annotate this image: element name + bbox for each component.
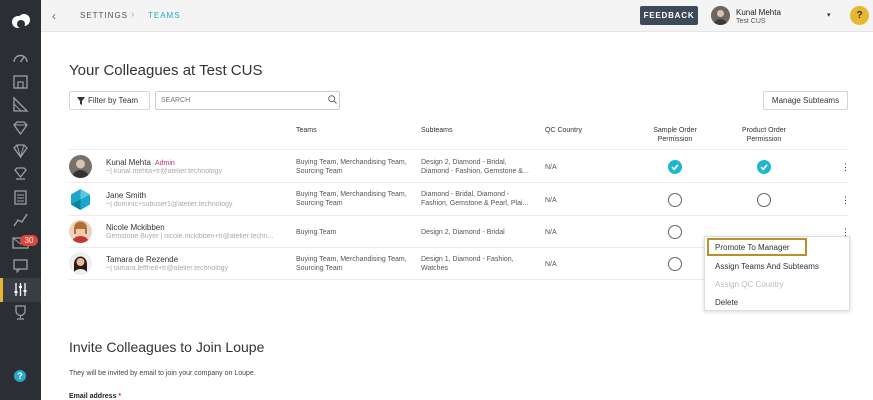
row-menu-icon[interactable]: ⋮ bbox=[841, 196, 850, 205]
notification-badge: 30 bbox=[20, 235, 38, 246]
chevron-left-icon[interactable]: ‹ bbox=[52, 9, 56, 23]
check-icon bbox=[671, 164, 679, 171]
user-name[interactable]: Kunal Mehta bbox=[736, 8, 781, 17]
divider bbox=[69, 215, 848, 216]
avatar[interactable] bbox=[711, 6, 730, 25]
product-permission-checkbox[interactable] bbox=[757, 160, 771, 174]
row-context-menu: Promote To Manager Assign Teams And Subt… bbox=[704, 236, 850, 311]
sample-permission-checkbox[interactable] bbox=[668, 225, 682, 239]
row-qc: N/A bbox=[545, 261, 557, 268]
admin-badge: Admin bbox=[154, 160, 175, 167]
row-email: ~| kunal.mehta+tr@atelier.technology bbox=[106, 168, 222, 175]
menu-item-assign-teams[interactable]: Assign Teams And Subteams bbox=[715, 262, 819, 271]
colleague-name: Nicole Mckibben bbox=[106, 223, 165, 232]
sample-permission-checkbox[interactable] bbox=[668, 193, 682, 207]
row-subteams: Design 2, Diamond - Bridal bbox=[421, 229, 505, 236]
sidebar-item-settings[interactable] bbox=[0, 278, 41, 302]
breadcrumb-settings[interactable]: SETTINGS bbox=[80, 11, 128, 20]
divider bbox=[69, 247, 705, 248]
check-icon bbox=[760, 164, 768, 171]
header-product-order: Product Order Permission bbox=[742, 127, 786, 143]
header-sample-order: Sample Order Permission bbox=[653, 127, 697, 143]
search-input[interactable] bbox=[155, 91, 340, 110]
row-menu-icon[interactable]: ⋮ bbox=[841, 163, 850, 172]
row-email: Gemstone Buyer | nicole.mckibben+tr@atel… bbox=[106, 233, 274, 240]
menu-item-promote-to-manager[interactable]: Promote To Manager bbox=[715, 243, 790, 252]
invite-subtitle: They will be invited by email to join yo… bbox=[69, 370, 256, 377]
user-company: Test CUS bbox=[736, 18, 766, 25]
menu-item-assign-qc-country: Assign QC Country bbox=[715, 280, 784, 289]
divider bbox=[69, 149, 848, 150]
email-label-text: Email address bbox=[69, 393, 117, 400]
trend-line-icon[interactable] bbox=[12, 211, 29, 228]
row-subteams: Diamond - Bridal, Diamond - Fashion, Gem… bbox=[421, 191, 529, 207]
clipboard-icon[interactable] bbox=[12, 188, 29, 205]
feedback-button[interactable]: FEEDBACK bbox=[640, 6, 698, 25]
row-name: Kunal Mehta Admin bbox=[106, 158, 175, 167]
row-email: ~| tamara.leffheit+tr@atelier.technology bbox=[106, 265, 229, 272]
row-teams: Buying Team, Merchandising Team, Sourcin… bbox=[296, 191, 407, 207]
menu-item-delete[interactable]: Delete bbox=[715, 298, 738, 307]
cloud-logo-icon[interactable] bbox=[11, 13, 31, 29]
top-bar: ‹ SETTINGS › TEAMS FEEDBACK Kunal Mehta … bbox=[41, 0, 873, 32]
trophy-icon[interactable] bbox=[12, 304, 29, 321]
colleague-name: Kunal Mehta bbox=[106, 158, 151, 167]
invite-title: Invite Colleagues to Join Loupe bbox=[69, 339, 265, 355]
diamond-outline-icon[interactable] bbox=[12, 142, 29, 159]
manage-subteams-button[interactable]: Manage Subteams bbox=[763, 91, 848, 110]
header-subteams: Subteams bbox=[421, 127, 453, 134]
building-icon[interactable] bbox=[12, 73, 29, 90]
row-subteams: Design 1, Diamond - Fashion, Watches bbox=[421, 256, 514, 272]
speedometer-icon[interactable] bbox=[12, 50, 29, 67]
sample-permission-checkbox[interactable] bbox=[668, 160, 682, 174]
breadcrumb-separator-icon: › bbox=[131, 9, 135, 20]
divider bbox=[69, 279, 705, 280]
chat-icon[interactable] bbox=[12, 257, 29, 274]
row-teams: Buying Team bbox=[296, 229, 337, 236]
colleague-name: Tamara de Rezende bbox=[106, 255, 179, 264]
diamond-stack-icon[interactable] bbox=[12, 165, 29, 182]
email-label: Email address * bbox=[69, 393, 121, 400]
active-indicator bbox=[0, 278, 3, 302]
sample-permission-checkbox[interactable] bbox=[668, 257, 682, 271]
filter-by-team-button[interactable]: Filter by Team bbox=[69, 91, 150, 110]
row-subteams: Design 2, Diamond - Bridal, Diamond - Fa… bbox=[421, 159, 529, 175]
help-icon[interactable]: ? bbox=[14, 370, 26, 382]
row-email: ~| dominic+subuser1@atelier.technology bbox=[106, 201, 233, 208]
row-qc: N/A bbox=[545, 229, 557, 236]
sliders-icon bbox=[12, 281, 29, 298]
chevron-down-icon[interactable]: ▾ bbox=[827, 11, 831, 19]
avatar bbox=[69, 188, 92, 211]
filter-label: Filter by Team bbox=[88, 96, 139, 105]
page-title: Your Colleagues at Test CUS bbox=[69, 62, 263, 79]
header-teams: Teams bbox=[296, 127, 317, 134]
chart-stack-icon[interactable] bbox=[12, 96, 29, 113]
row-qc: N/A bbox=[545, 197, 557, 204]
divider bbox=[69, 182, 848, 183]
breadcrumb-teams[interactable]: TEAMS bbox=[148, 11, 181, 20]
colleague-name: Jane Smith bbox=[106, 191, 147, 200]
search-icon[interactable] bbox=[328, 95, 337, 104]
filter-icon bbox=[77, 97, 85, 105]
row-teams: Buying Team, Merchandising Team, Sourcin… bbox=[296, 256, 407, 272]
avatar bbox=[69, 155, 92, 178]
diamond-icon[interactable] bbox=[12, 119, 29, 136]
avatar bbox=[69, 252, 92, 275]
avatar bbox=[69, 220, 92, 243]
row-qc: N/A bbox=[545, 164, 557, 171]
product-permission-checkbox[interactable] bbox=[757, 193, 771, 207]
help-button[interactable]: ? bbox=[850, 6, 869, 25]
sidebar: 30 ? bbox=[0, 0, 41, 400]
row-teams: Buying Team, Merchandising Team, Sourcin… bbox=[296, 159, 407, 175]
required-mark: * bbox=[118, 393, 122, 400]
header-qc-country: QC Country bbox=[545, 127, 582, 134]
